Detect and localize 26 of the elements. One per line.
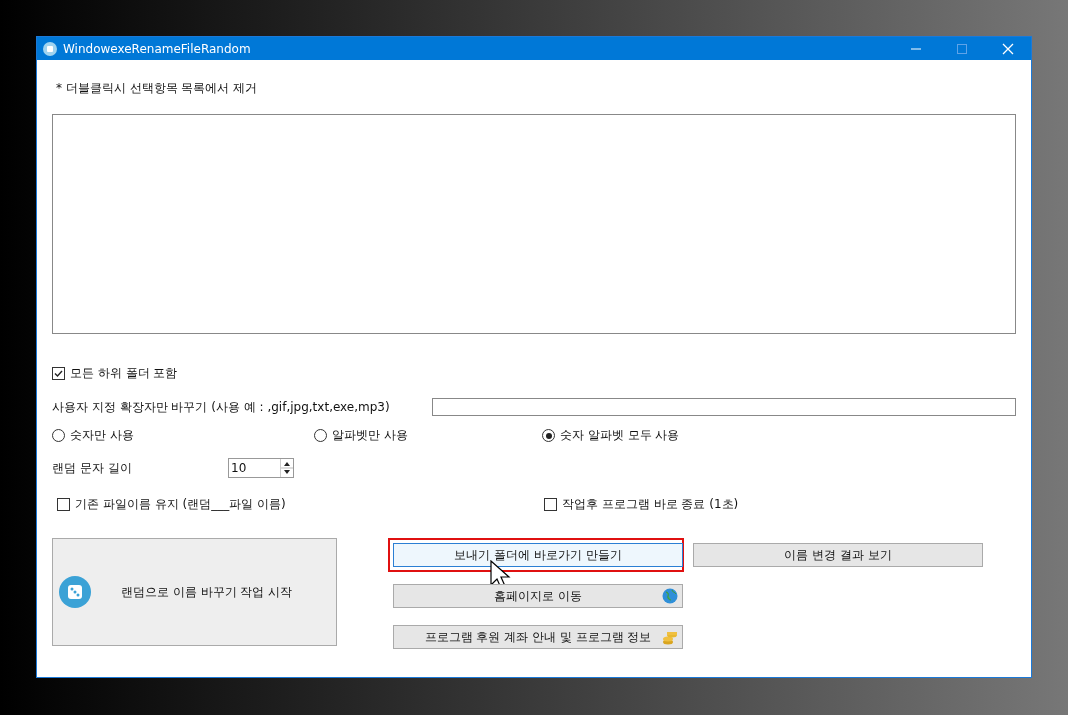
action-button[interactable]: 이름 변경 결과 보기 [693, 543, 983, 567]
checkbox-label: 기존 파일이름 유지 (랜덤___파일 이름) [75, 496, 286, 513]
length-label: 랜덤 문자 길이 [52, 459, 133, 477]
extension-label: 사용자 지정 확장자만 바꾸기 (사용 예 : ,gif,jpg,txt,exe,mp3) [52, 398, 390, 416]
start-button[interactable]: 랜덤으로 이름 바꾸기 작업 시작 [52, 538, 337, 646]
close-icon[interactable] [1002, 42, 1014, 55]
coins-icon [662, 629, 678, 645]
checkbox[interactable] [52, 367, 65, 380]
radio-label: 숫자 알파벳 모두 사용 [560, 427, 680, 444]
checkbox[interactable] [57, 498, 70, 511]
app-icon [43, 41, 57, 56]
window-title: WindowexeRenameFileRandom [63, 41, 251, 56]
action-button[interactable]: 보내기 폴더에 바로가기 만들기 [393, 543, 683, 567]
radio-label: 알파벳만 사용 [332, 427, 408, 444]
dice-icon [59, 576, 91, 608]
length-spinner[interactable]: 10 [228, 458, 294, 478]
globe-icon [662, 588, 678, 604]
action-button[interactable]: 프로그램 후원 계좌 안내 및 프로그램 정보 [393, 625, 683, 649]
spin-arrows-icon[interactable] [280, 459, 293, 477]
extension-field[interactable] [432, 398, 1016, 416]
action-button[interactable]: 홈페이지로 이동 [393, 584, 683, 608]
checkbox-label: 작업후 프로그램 바로 종료 (1초) [562, 496, 739, 513]
checkbox-label: 모든 하위 폴더 포함 [70, 365, 178, 382]
hint-text: * 더블클릭시 선택항목 목록에서 제거 [56, 80, 259, 97]
checkbox[interactable] [544, 498, 557, 511]
radio-label: 숫자만 사용 [70, 427, 134, 444]
